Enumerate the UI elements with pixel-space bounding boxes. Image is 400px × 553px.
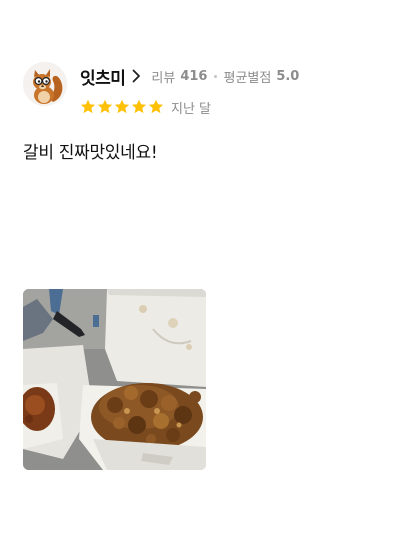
review-photo[interactable]	[23, 289, 206, 470]
review-date: 지난 달	[171, 101, 212, 117]
review-text: 갈비 진짜맛있네요!	[23, 143, 158, 163]
user-avatar[interactable]	[23, 62, 67, 106]
star-icon	[131, 99, 147, 114]
user-name[interactable]: 잇츠미	[80, 64, 126, 89]
star-icon	[148, 99, 164, 114]
rating-row: 지난 달	[80, 97, 211, 117]
review-count-label: 리뷰	[151, 70, 176, 86]
review-count-value: 416	[180, 68, 208, 84]
chevron-right-icon[interactable]	[131, 69, 141, 83]
star-rating	[80, 99, 164, 115]
separator-dot	[214, 74, 218, 78]
star-icon	[114, 99, 130, 114]
squirrel-avatar-icon	[23, 62, 67, 106]
star-icon	[80, 99, 96, 114]
food-photo	[23, 289, 206, 470]
user-info-row: 잇츠미 리뷰 416 평균별점 5.0	[80, 64, 300, 89]
average-rating-label: 평균별점	[223, 70, 272, 86]
average-rating-value: 5.0	[276, 68, 300, 84]
star-icon	[97, 99, 113, 114]
